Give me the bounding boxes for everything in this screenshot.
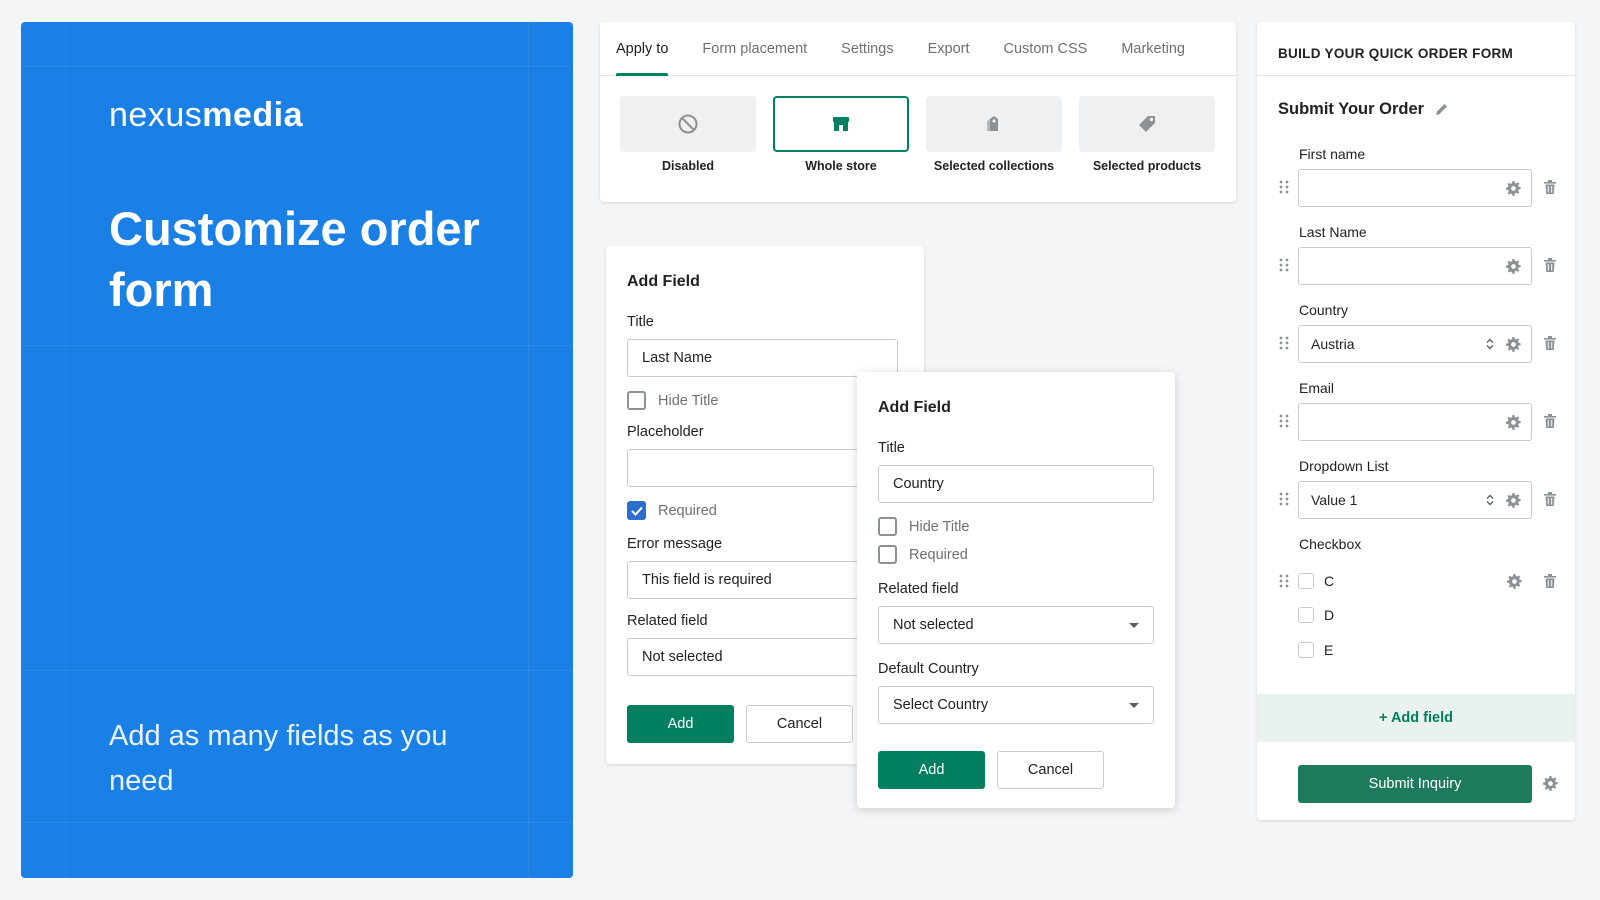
- hero-subtitle: Add as many fields as you need: [109, 720, 448, 797]
- option-selected-collections[interactable]: Selected collections: [926, 96, 1062, 173]
- cancel-button[interactable]: Cancel: [746, 705, 853, 743]
- tab-form-placement[interactable]: Form placement: [702, 22, 807, 75]
- apply-options: Disabled Whole store Selected collection…: [600, 76, 1236, 173]
- dialog-title: Add Field: [878, 399, 951, 416]
- collections-icon: [983, 113, 1005, 135]
- option-label: Selected products: [1092, 159, 1202, 173]
- checkbox-box[interactable]: [627, 391, 646, 410]
- gear-icon[interactable]: [1506, 414, 1521, 430]
- gear-icon[interactable]: [1506, 258, 1521, 274]
- checkbox-group-label: Checkbox: [1299, 536, 1362, 552]
- title-label: Title: [627, 314, 654, 330]
- builder-header: BUILD YOUR QUICK ORDER FORM: [1257, 22, 1575, 76]
- gear-icon[interactable]: [1507, 574, 1523, 590]
- checkbox-option[interactable]: C: [1298, 573, 1334, 589]
- tag-icon: [1136, 113, 1158, 135]
- title-input[interactable]: Last Name: [627, 339, 898, 377]
- drag-handle-icon[interactable]: [1278, 492, 1290, 506]
- tab-settings[interactable]: Settings: [841, 22, 893, 75]
- dialog-title: Add Field: [627, 273, 700, 290]
- hide-title-checkbox[interactable]: Hide Title: [627, 391, 718, 410]
- trash-icon[interactable]: [1543, 257, 1557, 273]
- checkbox-box[interactable]: [878, 545, 897, 564]
- tab-marketing[interactable]: Marketing: [1121, 22, 1185, 75]
- trash-icon[interactable]: [1543, 179, 1557, 195]
- disabled-icon: [677, 113, 699, 135]
- error-message-label: Error message: [627, 536, 723, 552]
- last-name-input[interactable]: [1298, 247, 1532, 285]
- first-name-input[interactable]: [1298, 169, 1532, 207]
- add-field-button[interactable]: + Add field: [1257, 694, 1575, 742]
- checkbox-box[interactable]: [1298, 642, 1314, 658]
- tab-custom-css[interactable]: Custom CSS: [1004, 22, 1088, 75]
- hide-title-checkbox[interactable]: Hide Title: [878, 517, 969, 536]
- pencil-icon[interactable]: [1434, 102, 1449, 117]
- title-label: Title: [878, 440, 905, 456]
- trash-icon[interactable]: [1543, 573, 1557, 589]
- gear-icon[interactable]: [1543, 776, 1559, 792]
- option-label: Disabled: [661, 159, 715, 173]
- option-selected-products[interactable]: Selected products: [1079, 96, 1215, 173]
- email-input[interactable]: [1298, 403, 1532, 441]
- drag-handle-icon[interactable]: [1278, 574, 1290, 588]
- cancel-button[interactable]: Cancel: [997, 751, 1104, 789]
- checkbox-box[interactable]: [1298, 573, 1314, 589]
- caret-down-icon: [1129, 702, 1139, 708]
- select-arrows-icon: [1486, 494, 1494, 506]
- form-title: Submit Your Order: [1278, 100, 1449, 119]
- related-field-select[interactable]: Not selected: [878, 606, 1154, 644]
- caret-down-icon: [1129, 622, 1139, 628]
- drag-handle-icon[interactable]: [1278, 258, 1290, 272]
- option-disabled[interactable]: Disabled: [620, 96, 756, 173]
- submit-inquiry-button[interactable]: Submit Inquiry: [1298, 765, 1532, 803]
- option-label: Selected collections: [933, 159, 1055, 173]
- add-button[interactable]: Add: [627, 705, 734, 743]
- add-field-dialog-2: Add Field Title Country Hide Title Requi…: [857, 372, 1175, 808]
- dropdown-list-select[interactable]: Value 1: [1298, 481, 1532, 519]
- last-name-label: Last Name: [1299, 224, 1367, 240]
- tab-export[interactable]: Export: [928, 22, 970, 75]
- brand-logo: nexusmedia: [109, 96, 303, 134]
- select-arrows-icon: [1486, 338, 1494, 350]
- dropdown-list-label: Dropdown List: [1299, 458, 1389, 474]
- checkbox-option[interactable]: E: [1298, 642, 1333, 658]
- checkbox-box[interactable]: [878, 517, 897, 536]
- drag-handle-icon[interactable]: [1278, 414, 1290, 428]
- placeholder-label: Placeholder: [627, 424, 704, 440]
- title-input[interactable]: Country: [878, 465, 1154, 503]
- default-country-select[interactable]: Select Country: [878, 686, 1154, 724]
- country-select[interactable]: Austria: [1298, 325, 1532, 363]
- trash-icon[interactable]: [1543, 335, 1557, 351]
- country-label: Country: [1299, 302, 1349, 318]
- checkbox-option[interactable]: D: [1298, 607, 1334, 623]
- checkbox-box[interactable]: [627, 501, 646, 520]
- trash-icon[interactable]: [1543, 491, 1557, 507]
- required-checkbox[interactable]: Required: [627, 501, 717, 520]
- first-name-label: First name: [1299, 146, 1366, 162]
- checkmark-icon: [630, 506, 643, 516]
- drag-handle-icon[interactable]: [1278, 336, 1290, 350]
- option-whole-store[interactable]: Whole store: [773, 96, 909, 173]
- email-label: Email: [1299, 380, 1335, 396]
- tab-bar: Apply to Form placement Settings Export …: [600, 22, 1236, 76]
- settings-card: Apply to Form placement Settings Export …: [600, 22, 1236, 202]
- required-checkbox[interactable]: Required: [878, 545, 968, 564]
- option-label: Whole store: [805, 159, 877, 173]
- store-icon: [830, 113, 852, 135]
- related-field-label: Related field: [627, 613, 708, 629]
- gear-icon[interactable]: [1506, 336, 1521, 352]
- hero-title: Customize order form: [109, 202, 480, 316]
- gear-icon[interactable]: [1506, 492, 1521, 508]
- related-field-label: Related field: [878, 581, 959, 597]
- drag-handle-icon[interactable]: [1278, 180, 1290, 194]
- checkbox-box[interactable]: [1298, 607, 1314, 623]
- trash-icon[interactable]: [1543, 413, 1557, 429]
- form-builder: BUILD YOUR QUICK ORDER FORM Submit Your …: [1257, 22, 1575, 820]
- add-button[interactable]: Add: [878, 751, 985, 789]
- gear-icon[interactable]: [1506, 180, 1521, 196]
- default-country-label: Default Country: [878, 661, 979, 677]
- tab-apply-to[interactable]: Apply to: [616, 22, 669, 76]
- hero-panel: nexusmedia Customize order form Add as m…: [21, 22, 573, 878]
